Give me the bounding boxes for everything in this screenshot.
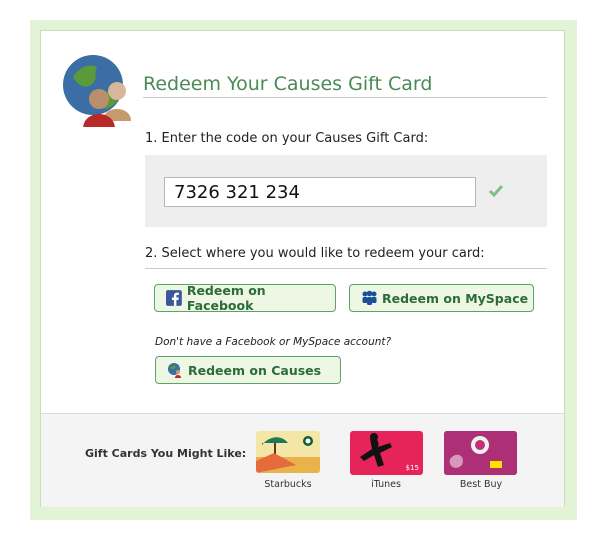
redeem-facebook-button[interactable]: Redeem on Facebook	[154, 283, 336, 313]
redeem-myspace-label: Redeem on MySpace	[382, 290, 529, 306]
no-account-text: Don't have a Facebook or MySpace account…	[155, 336, 392, 348]
causes-globe-icon	[168, 363, 181, 378]
bestbuy-card-image[interactable]	[444, 431, 517, 475]
redeem-causes-button[interactable]: Redeem on Causes	[155, 356, 341, 384]
myspace-icon	[362, 290, 377, 305]
suggested-cards-label: Gift Cards You Might Like:	[85, 447, 247, 460]
suggested-cards-footer: Gift Cards You Might Like: $15 Starbucks…	[41, 413, 564, 507]
step2-divider	[145, 268, 547, 269]
gift-code-input[interactable]	[164, 177, 476, 207]
itunes-card-label[interactable]: iTunes	[346, 479, 426, 490]
globe-people-icon	[63, 55, 131, 127]
checkmark-icon	[488, 185, 504, 198]
page-frame: Redeem Your Causes Gift Card 1. Enter th…	[30, 20, 577, 520]
itunes-card-image[interactable]: $15	[350, 431, 423, 475]
starbucks-card-label[interactable]: Starbucks	[248, 479, 328, 490]
step1-label: 1. Enter the code on your Causes Gift Ca…	[145, 131, 429, 146]
title-divider	[143, 97, 547, 98]
bestbuy-card-label[interactable]: Best Buy	[441, 479, 521, 490]
redeem-myspace-button[interactable]: Redeem on MySpace	[349, 284, 534, 312]
redeem-facebook-label: Redeem on Facebook	[186, 283, 266, 313]
facebook-icon	[166, 290, 182, 306]
redeem-panel: Redeem Your Causes Gift Card 1. Enter th…	[40, 30, 565, 507]
redeem-causes-label: Redeem on Causes	[188, 362, 322, 378]
itunes-price: $15	[405, 464, 419, 472]
starbucks-card-image[interactable]	[256, 431, 320, 473]
step2-label: 2. Select where you would like to redeem…	[145, 246, 485, 261]
code-entry-box	[145, 155, 547, 227]
page-title: Redeem Your Causes Gift Card	[143, 73, 433, 95]
